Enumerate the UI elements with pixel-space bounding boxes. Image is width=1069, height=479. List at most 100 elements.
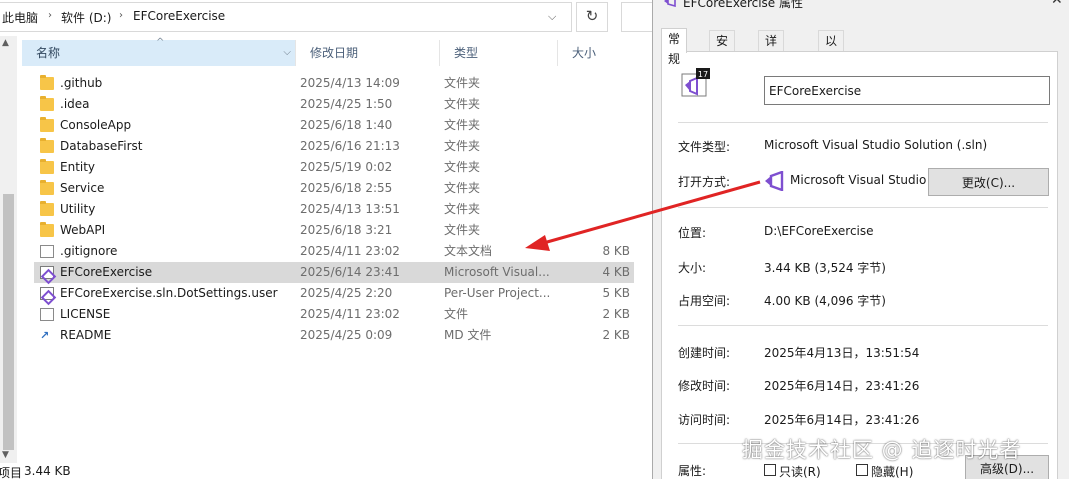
- folder-icon: [40, 159, 54, 174]
- breadcrumb-drive-d[interactable]: 软件 (D:): [61, 9, 111, 26]
- size-label: 大小:: [678, 261, 707, 275]
- breadcrumb-separator-icon[interactable]: ›: [48, 10, 52, 21]
- column-header-size[interactable]: 大小: [558, 40, 634, 66]
- file-row[interactable]: ConsoleApp 2025/6/18 1:40 文件夹: [34, 115, 634, 136]
- file-row[interactable]: EFCoreExercise.sln.DotSettings.user 2025/…: [34, 283, 634, 304]
- file-name: DatabaseFirst: [60, 139, 143, 153]
- visual-studio-solution-icon: [40, 266, 54, 279]
- divider: [678, 325, 1048, 326]
- file-type: 文件夹: [444, 118, 481, 132]
- markdown-file-icon: ↗: [40, 329, 50, 342]
- file-type-label: 文件类型:: [678, 140, 731, 154]
- file-size: 2 KB: [602, 307, 630, 321]
- file-name: README: [60, 328, 112, 342]
- file-type: 文件夹: [444, 181, 481, 195]
- column-type-label: 类型: [454, 46, 479, 60]
- tab-previous-versions[interactable]: 以前的版本: [818, 30, 845, 128]
- column-header-date[interactable]: 修改日期: [296, 40, 440, 66]
- file-date: 2025/4/13 13:51: [300, 202, 400, 216]
- file-row[interactable]: .gitignore 2025/4/11 23:02 文本文档 8 KB: [34, 241, 634, 262]
- refresh-button[interactable]: ↻: [576, 2, 608, 32]
- scroll-up-icon[interactable]: ▲: [2, 38, 9, 48]
- file-type: 文件: [444, 307, 469, 321]
- folder-icon: [40, 138, 54, 153]
- tab-security[interactable]: 安全: [709, 30, 736, 68]
- file-date: 2025/6/18 1:40: [300, 118, 393, 132]
- file-type: 文件夹: [444, 76, 481, 90]
- file-name: .gitignore: [60, 244, 118, 258]
- status-item-count: 项目: [0, 466, 23, 479]
- tab-general[interactable]: 常规: [661, 28, 688, 66]
- file-row[interactable]: Entity 2025/5/19 0:02 文件夹: [34, 157, 634, 178]
- modified-label: 修改时间:: [678, 379, 731, 393]
- file-name: WebAPI: [60, 223, 106, 237]
- file-row[interactable]: WebAPI 2025/6/18 3:21 文件夹: [34, 220, 634, 241]
- close-icon[interactable]: ✕: [1051, 0, 1063, 8]
- created-label: 创建时间:: [678, 346, 731, 360]
- file-date: 2025/4/25 1:50: [300, 97, 393, 111]
- folder-icon: [40, 96, 54, 111]
- scroll-down-icon[interactable]: ▼: [2, 450, 9, 460]
- file-row[interactable]: DatabaseFirst 2025/6/16 21:13 文件夹: [34, 136, 634, 157]
- change-button[interactable]: 更改(C)...: [928, 168, 1049, 196]
- accessed-label: 访问时间:: [678, 413, 731, 427]
- chevron-down-icon[interactable]: ⌵: [283, 40, 291, 66]
- column-header-name[interactable]: 名称 ^ ⌵: [22, 37, 296, 66]
- tab-details[interactable]: 详细信息: [758, 30, 785, 108]
- visual-studio-icon: [664, 0, 676, 7]
- text-file-icon: [40, 245, 54, 258]
- dotsettings-file-icon: [40, 287, 54, 300]
- file-size: 8 KB: [602, 244, 630, 258]
- search-input[interactable]: [621, 2, 652, 32]
- chevron-down-icon[interactable]: ⌵: [548, 10, 556, 24]
- breadcrumb-separator-icon[interactable]: ›: [119, 10, 123, 21]
- file-name: EFCoreExercise: [60, 265, 153, 279]
- file-size: 2 KB: [602, 328, 630, 342]
- folder-icon: [40, 75, 54, 90]
- open-with-value: Microsoft Visual Studio: [790, 173, 926, 187]
- column-date-label: 修改日期: [310, 46, 359, 60]
- file-name: Utility: [60, 202, 96, 216]
- hidden-checkbox-label[interactable]: 隐藏(H): [871, 463, 913, 479]
- file-date: 2025/4/13 14:09: [300, 76, 400, 90]
- file-type: 文件夹: [444, 202, 481, 216]
- file-name-field[interactable]: [764, 76, 1050, 105]
- general-tab-panel: 17 文件类型: Microsoft Visual Studio Solutio…: [661, 51, 1058, 479]
- file-date: 2025/5/19 0:02: [300, 160, 393, 174]
- breadcrumb-this-pc[interactable]: 此电脑: [2, 9, 38, 26]
- file-row[interactable]: ↗ README 2025/4/25 0:09 MD 文件 2 KB: [34, 325, 634, 346]
- file-type-value: Microsoft Visual Studio Solution (.sln): [764, 138, 988, 152]
- size-on-disk-label: 占用空间:: [678, 294, 731, 308]
- readonly-checkbox[interactable]: [764, 464, 776, 476]
- hidden-checkbox[interactable]: [856, 464, 868, 476]
- breadcrumb-current-folder[interactable]: EFCoreExercise: [133, 9, 225, 23]
- file-name: Entity: [60, 160, 96, 174]
- file-size: 5 KB: [602, 286, 630, 300]
- address-bar[interactable]: 此电脑 › 软件 (D:) › EFCoreExercise ⌵: [0, 2, 572, 32]
- file-row[interactable]: LICENSE 2025/4/11 23:02 文件 2 KB: [34, 304, 634, 325]
- attributes-label: 属性:: [678, 464, 707, 478]
- navigation-pane-scrollbar[interactable]: ▲ ▼: [0, 36, 17, 463]
- file-type: 文本文档: [444, 244, 493, 258]
- file-name: Service: [60, 181, 105, 195]
- file-row[interactable]: EFCoreExercise 2025/6/14 23:41 Microsoft V…: [34, 262, 634, 283]
- file-row[interactable]: .github 2025/4/13 14:09 文件夹: [34, 73, 634, 94]
- location-label: 位置:: [678, 226, 707, 240]
- divider: [678, 207, 1048, 208]
- file-date: 2025/4/11 23:02: [300, 307, 400, 321]
- folder-icon: [40, 117, 54, 132]
- watermark: 掘金技术社区 @ 追逐时光者: [742, 438, 1022, 462]
- file-row[interactable]: Service 2025/6/18 2:55 文件夹: [34, 178, 634, 199]
- column-header-type[interactable]: 类型: [440, 40, 558, 66]
- size-value: 3.44 KB (3,524 字节): [764, 261, 886, 275]
- file-type: Per-User Project...: [444, 286, 551, 300]
- file-type: 文件夹: [444, 97, 481, 111]
- file-row[interactable]: .idea 2025/4/25 1:50 文件夹: [34, 94, 634, 115]
- visual-studio-icon: [765, 171, 784, 191]
- version-badge: 17: [698, 70, 708, 79]
- file-row[interactable]: Utility 2025/4/13 13:51 文件夹: [34, 199, 634, 220]
- location-value: D:\EFCoreExercise: [764, 224, 874, 238]
- file-type: MD 文件: [444, 328, 492, 342]
- readonly-checkbox-label[interactable]: 只读(R): [779, 463, 821, 479]
- scrollbar-thumb[interactable]: [3, 194, 14, 450]
